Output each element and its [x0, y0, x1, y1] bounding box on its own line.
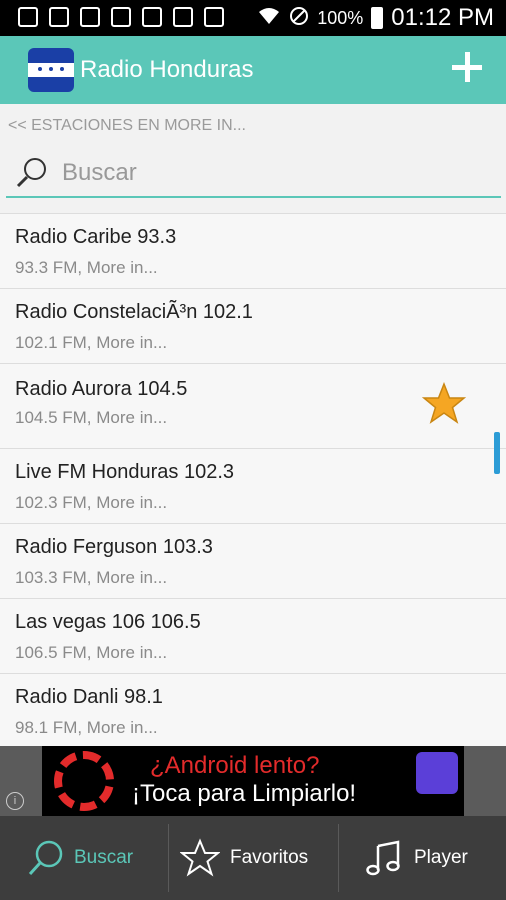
list-scrollbar[interactable] [494, 432, 500, 474]
search-icon [28, 840, 63, 876]
star-icon [180, 838, 220, 877]
divider [168, 824, 169, 892]
tab-label: Buscar [74, 847, 134, 868]
bottom-navigation: Buscar Favoritos Player [0, 816, 506, 900]
tab-player[interactable]: Player [364, 816, 468, 900]
station-row[interactable]: Radio Danli 98.1 98.1 FM, More in... [0, 674, 506, 746]
tab-favoritos[interactable]: Favoritos [180, 816, 308, 900]
station-row[interactable]: Radio Ferguson 103.3 103.3 FM, More in..… [0, 524, 506, 599]
download-icon [204, 7, 224, 27]
ad-info-icon[interactable]: i [6, 792, 24, 810]
notification-add-icon [18, 7, 38, 27]
station-row[interactable]: Live FM Honduras 102.3 102.3 FM, More in… [0, 449, 506, 524]
battery-icon [371, 7, 384, 29]
station-frequency: 102.3 FM, More in... [15, 493, 168, 512]
search-icon [16, 158, 46, 188]
station-list[interactable]: Radio Caribe 93.3 93.3 FM, More in... Ra… [0, 214, 506, 746]
amazon-icon [111, 7, 131, 27]
station-name: Radio Caribe 93.3 [15, 226, 177, 248]
app-bar: Radio Honduras [0, 36, 506, 104]
ad-banner[interactable]: ¿Android lento? ¡Toca para Limpiarlo! i [0, 746, 506, 816]
honduras-flag-icon [28, 48, 74, 92]
notification-icons [18, 7, 224, 27]
station-frequency: 104.5 FM, More in... [15, 408, 168, 427]
search-bar[interactable] [6, 148, 501, 198]
station-row[interactable]: Radio Aurora 104.5 104.5 FM, More in... [0, 364, 506, 449]
ad-headline: ¿Android lento? [150, 752, 320, 779]
ad-subline: ¡Toca para Limpiarlo! [132, 780, 357, 807]
search-input[interactable] [60, 156, 484, 190]
tab-buscar[interactable]: Buscar [26, 816, 133, 900]
battery-percent: 100% [317, 7, 364, 28]
station-frequency: 98.1 FM, More in... [15, 718, 158, 737]
app-notification-icon [142, 7, 162, 27]
station-name: Radio Ferguson 103.3 [15, 536, 213, 558]
station-name: Radio Danli 98.1 [15, 686, 163, 708]
station-name: Radio ConstelaciÃ³n 102.1 [15, 301, 253, 323]
station-frequency: 103.3 FM, More in... [15, 568, 168, 587]
tab-label: Player [414, 847, 468, 868]
add-station-button[interactable] [452, 52, 482, 82]
station-name: Radio Aurora 104.5 [15, 378, 188, 400]
status-bar: 100% 01:12 PM [0, 0, 506, 36]
station-row[interactable]: Radio Caribe 93.3 93.3 FM, More in... [0, 214, 506, 289]
app-logo-icon [416, 752, 458, 794]
do-not-disturb-icon [289, 6, 309, 31]
gallery-icon [80, 7, 100, 27]
clock: 01:12 PM [391, 4, 494, 31]
station-frequency: 102.1 FM, More in... [15, 333, 168, 352]
cleaner-ring-icon [54, 751, 114, 811]
tab-label: Favoritos [230, 847, 309, 868]
station-frequency: 93.3 FM, More in... [15, 258, 158, 277]
station-name: Las vegas 106 106.5 [15, 611, 201, 633]
music-note-icon [366, 840, 400, 876]
station-row[interactable]: Las vegas 106 106.5 106.5 FM, More in... [0, 599, 506, 674]
file-icon [173, 7, 193, 27]
breadcrumb[interactable]: << ESTACIONES EN MORE IN... [8, 117, 246, 135]
wifi-icon [257, 6, 281, 31]
station-name: Live FM Honduras 102.3 [15, 461, 235, 483]
divider [338, 824, 339, 892]
app-title: Radio Honduras [80, 56, 254, 83]
usb-icon [49, 7, 69, 27]
station-row[interactable]: Radio ConstelaciÃ³n 102.1 102.1 FM, More… [0, 289, 506, 364]
ad-content[interactable]: ¿Android lento? ¡Toca para Limpiarlo! [42, 746, 464, 816]
favorite-star-icon[interactable] [422, 382, 466, 426]
station-frequency: 106.5 FM, More in... [15, 643, 168, 662]
